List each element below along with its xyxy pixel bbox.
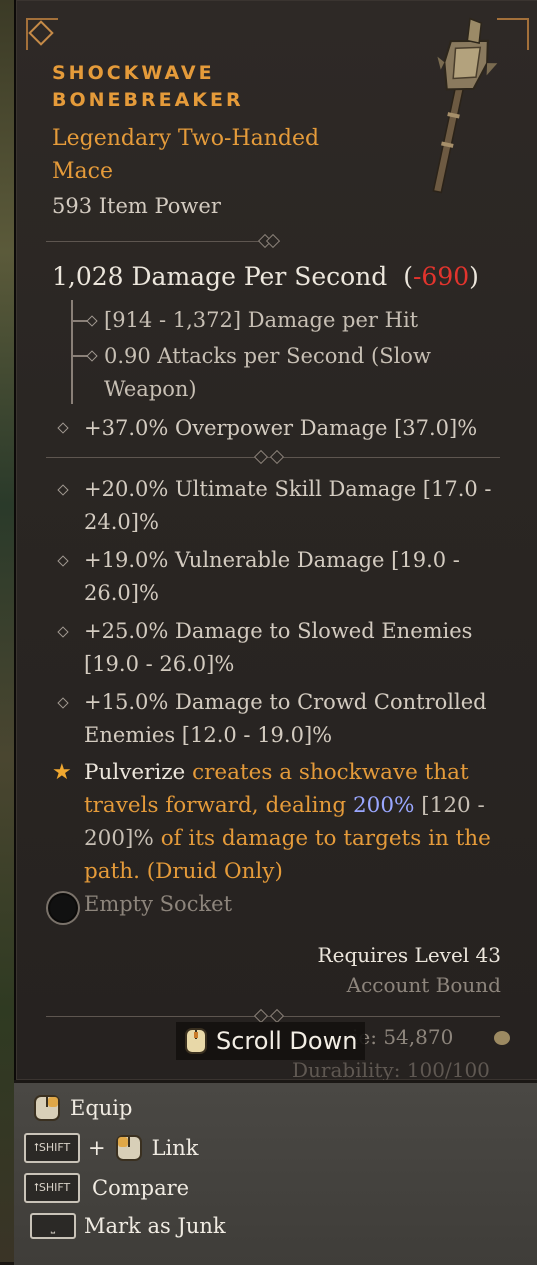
affix-line1: +20.0% Ultimate Skill Damage [17.0 - <box>84 477 492 501</box>
attacks-per-second: 0.90 Attacks per Second (Slow Weapon) <box>104 340 484 406</box>
shift-key-label: SHIFT <box>38 1181 71 1194</box>
affix-row: +20.0% Ultimate Skill Damage [17.0 - 24.… <box>84 473 504 539</box>
bullet-icon <box>57 555 69 567</box>
bullet-icon <box>86 315 98 327</box>
item-name-line2: BONEBREAKER <box>52 89 244 111</box>
item-power: 593 Item Power <box>52 194 221 218</box>
empty-socket-label: Empty Socket <box>84 892 233 916</box>
stat-tree-branch <box>73 320 87 322</box>
dps-comparison: -690 <box>412 262 470 291</box>
affix-line1: +15.0% Damage to Crowd Controlled <box>84 690 487 714</box>
affix-line1: +25.0% Damage to Slowed Enemies <box>84 619 473 643</box>
bullet-icon <box>57 484 69 496</box>
dps-value: 1,028 Damage Per Second <box>52 262 388 291</box>
item-type-line2: Mace <box>52 159 113 184</box>
mouse-middle-icon <box>185 1028 207 1054</box>
compare-label: Compare <box>92 1176 190 1200</box>
divider-ornament <box>269 449 285 465</box>
mark-as-junk-action[interactable]: ⎵ Mark as Junk <box>30 1213 226 1239</box>
item-type: Legendary Two-Handed Mace <box>52 122 352 188</box>
implicit-affix: +37.0% Overpower Damage [37.0]% <box>84 416 478 440</box>
bullet-icon <box>86 350 98 362</box>
account-bound: Account Bound <box>346 973 501 997</box>
aspect-skill-name: Pulverize <box>84 760 186 785</box>
divider-ornament <box>253 1008 269 1024</box>
affix-line1: +19.0% Vulnerable Damage [19.0 - <box>84 548 460 572</box>
star-icon: ★ <box>52 760 72 785</box>
gold-coin-icon <box>494 1031 510 1045</box>
damage-per-hit: [914 - 1,372] Damage per Hit <box>104 308 419 332</box>
affix-row: +25.0% Damage to Slowed Enemies [19.0 - … <box>84 615 504 681</box>
stat-tree-branch <box>73 355 87 357</box>
item-type-line1: Legendary Two-Handed <box>52 126 320 151</box>
bullet-icon <box>57 422 69 434</box>
link-action[interactable]: ⭡SHIFT + Link <box>24 1133 199 1163</box>
background-scene <box>0 0 14 1262</box>
damage-per-second: 1,028 Damage Per Second (-690) <box>52 262 479 291</box>
affix-line2: Enemies [12.0 - 19.0]% <box>84 723 333 747</box>
socket-icon <box>48 893 78 923</box>
link-label: Link <box>151 1136 199 1160</box>
aspect-range: [120 - <box>414 793 485 818</box>
affix-line2: [19.0 - 26.0]% <box>84 652 235 676</box>
affix-row: +15.0% Damage to Crowd Controlled Enemie… <box>84 686 504 752</box>
section-divider <box>46 241 280 242</box>
equip-action[interactable]: Equip <box>32 1093 132 1123</box>
shift-key-icon: ⭡SHIFT <box>24 1133 80 1163</box>
dps-open-paren: ( <box>403 262 413 291</box>
item-name-line1: SHOCKWAVE <box>52 62 215 84</box>
compare-action[interactable]: ⭡SHIFT Compare <box>24 1173 189 1203</box>
legendary-aspect: Pulverize creates a shockwave that trave… <box>84 756 504 888</box>
divider-ornament <box>269 1008 285 1024</box>
dps-close-paren: ) <box>469 262 479 291</box>
equip-label: Equip <box>70 1096 133 1120</box>
item-tooltip: SHOCKWAVE BONEBREAKER Legendary Two-Hand… <box>14 0 537 1080</box>
durability: Durability: 100/100 <box>292 1058 490 1080</box>
aspect-text: creates a shockwave that <box>185 760 469 785</box>
shift-key-icon: ⭡SHIFT <box>24 1173 80 1203</box>
attacks-line1: 0.90 Attacks per Second (Slow <box>104 344 431 368</box>
scroll-down-hint[interactable]: Scroll Down <box>176 1022 366 1060</box>
divider-ornament <box>253 449 269 465</box>
mouse-right-icon <box>34 1095 60 1121</box>
action-footer: Equip ⭡SHIFT + Link ⭡SHIFT Compare ⎵ Mar… <box>14 1080 537 1265</box>
aspect-text: travels forward, dealing <box>84 793 353 818</box>
mark-as-junk-label: Mark as Junk <box>84 1214 226 1238</box>
bullet-icon <box>57 697 69 709</box>
item-name: SHOCKWAVE BONEBREAKER <box>52 60 292 114</box>
affix-line2: 26.0]% <box>84 581 159 605</box>
scroll-down-label: Scroll Down <box>216 1027 358 1055</box>
aspect-text: path. (Druid Only) <box>84 859 283 884</box>
shift-key-label: SHIFT <box>38 1141 71 1154</box>
attacks-line2: Weapon) <box>104 377 197 401</box>
required-level: Requires Level 43 <box>317 943 501 967</box>
stat-tree-line <box>71 300 73 404</box>
sell-price: ie: 54,870 <box>352 1025 454 1049</box>
aspect-value: 200% <box>352 793 415 818</box>
affix-line2: 24.0]% <box>84 510 159 534</box>
aspect-range: 200]% <box>84 826 154 851</box>
affix-row: +19.0% Vulnerable Damage [19.0 - 26.0]% <box>84 544 504 610</box>
space-key-icon: ⎵ <box>30 1213 76 1239</box>
plus-sign: + <box>88 1136 106 1160</box>
mouse-left-icon <box>115 1135 142 1161</box>
bullet-icon <box>57 626 69 638</box>
aspect-text: of its damage to targets in the <box>153 826 491 851</box>
mace-icon <box>432 17 498 194</box>
